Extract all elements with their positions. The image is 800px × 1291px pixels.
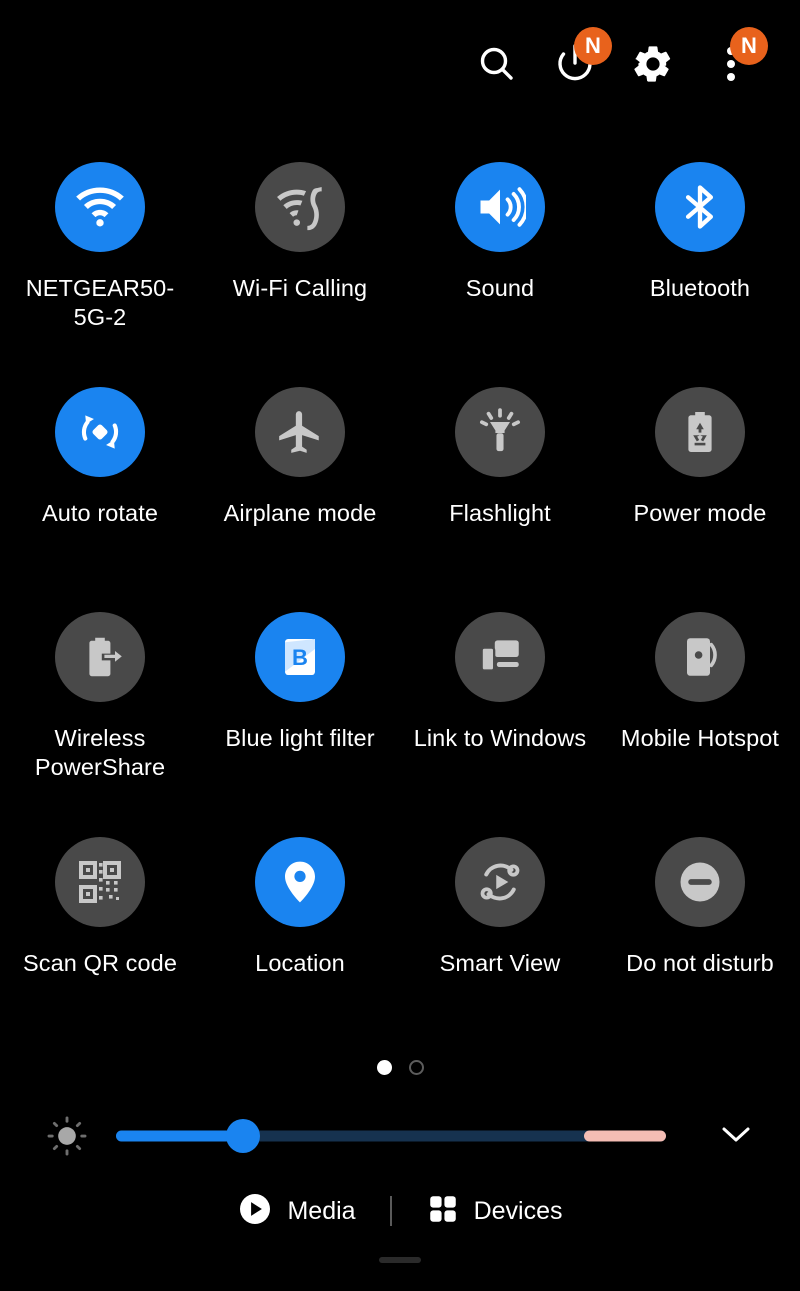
slider-fill (116, 1130, 243, 1142)
tile-label: Blue light filter (225, 725, 375, 751)
tile-airplane-mode[interactable]: Airplane mode (200, 375, 400, 600)
flashlight-icon (455, 387, 545, 477)
blue-light-filter-icon: B (255, 612, 345, 702)
tile-power-mode[interactable]: Power mode (600, 375, 800, 600)
bottom-bar-separator (389, 1196, 392, 1226)
location-pin-icon (255, 837, 345, 927)
page-dot-1[interactable] (376, 1060, 392, 1075)
tile-label: Sound (465, 275, 535, 301)
sound-icon (455, 162, 545, 252)
chevron-down-icon (716, 1121, 756, 1152)
bottom-bar: Media Devices (0, 1180, 800, 1242)
tile-label: NETGEAR50-5G-2 (25, 275, 175, 330)
tile-bluetooth[interactable]: Bluetooth (600, 150, 800, 375)
quick-settings-header: N N (0, 0, 800, 128)
media-label: Media (287, 1196, 356, 1225)
tile-wireless-powershare[interactable]: Wireless PowerShare (0, 600, 200, 825)
tile-label: Scan QR code (22, 950, 178, 976)
tile-label: Power mode (633, 500, 767, 526)
tile-do-not-disturb[interactable]: Do not disturb (600, 825, 800, 1050)
tile-smart-view[interactable]: Smart View (400, 825, 600, 1050)
tile-label: Do not disturb (626, 950, 774, 976)
power-notification-badge: N (574, 27, 612, 65)
tile-wifi[interactable]: NETGEAR50-5G-2 (0, 150, 200, 375)
brightness-row (0, 1100, 800, 1172)
devices-button[interactable]: Devices (426, 1192, 563, 1231)
tile-blue-light-filter[interactable]: B Blue light filter (200, 600, 400, 825)
tile-link-to-windows[interactable]: Link to Windows (400, 600, 600, 825)
wifi-icon (55, 162, 145, 252)
slider-thumb[interactable] (225, 1119, 260, 1153)
grid-squares-icon (426, 1192, 460, 1231)
media-button[interactable]: Media (237, 1191, 356, 1232)
more-options-button[interactable]: N (692, 25, 770, 103)
tile-label: Auto rotate (41, 500, 159, 526)
search-icon (475, 42, 519, 86)
bluetooth-icon (655, 162, 745, 252)
settings-button[interactable] (614, 25, 692, 103)
tile-flashlight[interactable]: Flashlight (400, 375, 600, 600)
mobile-hotspot-icon (655, 612, 745, 702)
tile-label: Wi-Fi Calling (232, 275, 368, 301)
page-dot-2[interactable] (408, 1060, 424, 1075)
home-indicator[interactable] (379, 1257, 421, 1263)
tile-wifi-calling[interactable]: Wi-Fi Calling (200, 150, 400, 375)
quick-settings-tile-grid: NETGEAR50-5G-2 Wi-Fi Calling Sound Bluet… (0, 150, 800, 1050)
search-button[interactable] (458, 25, 536, 103)
tile-label: Location (255, 950, 345, 976)
power-mode-icon (655, 387, 745, 477)
tile-label: Mobile Hotspot (620, 725, 780, 751)
tile-label: Flashlight (449, 500, 551, 526)
wifi-calling-icon (255, 162, 345, 252)
tile-label: Airplane mode (223, 500, 377, 526)
slider-warm-zone (583, 1130, 666, 1142)
qr-code-icon (55, 837, 145, 927)
tile-label: Bluetooth (649, 275, 751, 301)
devices-label: Devices (473, 1196, 563, 1225)
more-options-notification-badge: N (730, 27, 768, 65)
tile-scan-qr-code[interactable]: Scan QR code (0, 825, 200, 1050)
link-to-windows-icon (455, 612, 545, 702)
airplane-icon (255, 387, 345, 477)
expand-brightness-button[interactable] (700, 1121, 772, 1152)
wireless-powershare-icon (55, 612, 145, 702)
do-not-disturb-icon (655, 837, 745, 927)
smart-view-icon (455, 837, 545, 927)
power-button[interactable]: N (536, 25, 614, 103)
tile-auto-rotate[interactable]: Auto rotate (0, 375, 200, 600)
tile-label: Link to Windows (413, 725, 587, 751)
tile-label: Wireless PowerShare (34, 725, 166, 780)
tile-mobile-hotspot[interactable]: Mobile Hotspot (600, 600, 800, 825)
tile-label: Smart View (439, 950, 561, 976)
gear-icon (631, 42, 675, 86)
tile-location[interactable]: Location (200, 825, 400, 1050)
play-circle-icon (237, 1191, 273, 1232)
auto-rotate-icon (55, 387, 145, 477)
brightness-icon (34, 1113, 100, 1159)
svg-text:B: B (292, 645, 308, 670)
brightness-slider[interactable] (116, 1116, 666, 1156)
page-indicator (0, 1060, 800, 1075)
tile-sound[interactable]: Sound (400, 150, 600, 375)
